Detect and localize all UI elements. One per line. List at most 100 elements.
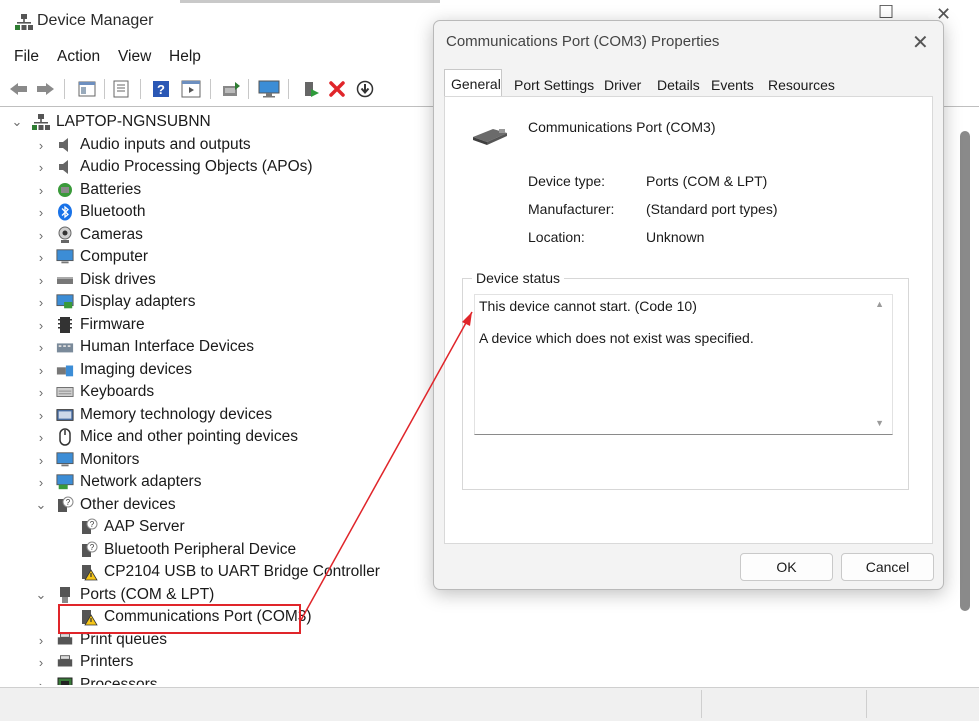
warning-device-icon: [80, 563, 98, 581]
vertical-scrollbar[interactable]: [955, 111, 979, 687]
location-value: Unknown: [646, 229, 705, 245]
update-driver-icon[interactable]: [220, 78, 242, 100]
status-bar: [0, 687, 979, 721]
device-status-textbox[interactable]: This device cannot start. (Code 10) A de…: [474, 294, 893, 435]
properties-icon[interactable]: [110, 78, 132, 100]
tree-category[interactable]: › Network adapters: [34, 471, 202, 493]
annotation-highlight-box: [58, 604, 301, 634]
tree-device[interactable]: ? AAP Server: [80, 516, 185, 538]
show-hide-console-tree-icon[interactable]: [76, 78, 98, 100]
general-panel: Communications Port (COM3) Device type: …: [444, 96, 933, 544]
tree-root-label: LAPTOP-NGNSUBNN: [56, 113, 211, 130]
tree-category[interactable]: › Mice and other pointing devices: [34, 426, 298, 448]
chevron-right-icon[interactable]: ›: [34, 228, 48, 243]
tree-category[interactable]: › Memory technology devices: [34, 404, 272, 426]
display-adapter-icon: [56, 293, 74, 311]
tab-details[interactable]: Details: [657, 73, 700, 97]
chevron-down-icon[interactable]: ⌄: [34, 497, 48, 513]
chevron-right-icon[interactable]: ›: [34, 273, 48, 288]
chevron-right-icon[interactable]: ›: [34, 475, 48, 490]
tree-category[interactable]: › Firmware: [34, 314, 145, 336]
tree-category[interactable]: › Computer: [34, 246, 148, 268]
manufacturer-label: Manufacturer:: [528, 201, 615, 217]
tree-device[interactable]: CP2104 USB to UART Bridge Controller: [80, 561, 380, 583]
forward-arrow-icon[interactable]: [34, 78, 56, 100]
tree-category-ports[interactable]: ⌄ Ports (COM & LPT): [34, 584, 214, 606]
ok-button[interactable]: OK: [740, 553, 833, 581]
tree-category-label: Printers: [80, 653, 134, 670]
help-icon[interactable]: ?: [150, 78, 172, 100]
tree-category-label: Display adapters: [80, 293, 196, 310]
enable-device-icon[interactable]: [300, 78, 322, 100]
close-icon[interactable]: ✕: [912, 30, 929, 55]
scan-download-icon[interactable]: [354, 78, 376, 100]
tree-category[interactable]: › Display adapters: [34, 291, 196, 313]
menu-help[interactable]: Help: [169, 48, 201, 66]
disk-drive-icon: [56, 271, 74, 289]
tree-category[interactable]: › Disk drives: [34, 269, 156, 291]
chevron-right-icon[interactable]: ›: [34, 138, 48, 153]
chevron-right-icon[interactable]: ›: [34, 250, 48, 265]
tree-category[interactable]: › Bluetooth: [34, 201, 146, 223]
speaker-icon: [56, 158, 74, 176]
chevron-right-icon[interactable]: ›: [34, 318, 48, 333]
chevron-right-icon[interactable]: ›: [34, 340, 48, 355]
tab-port-settings[interactable]: Port Settings: [514, 73, 594, 97]
chevron-right-icon[interactable]: ›: [34, 363, 48, 378]
tree-category-other-devices[interactable]: ⌄ ? Other devices: [34, 494, 176, 516]
menu-action[interactable]: Action: [57, 48, 100, 66]
tree-category[interactable]: › Batteries: [34, 179, 141, 201]
memory-icon: [56, 406, 74, 424]
chevron-right-icon[interactable]: ›: [34, 453, 48, 468]
dialog-title: Communications Port (COM3) Properties: [446, 33, 720, 50]
tab-general[interactable]: General: [444, 69, 502, 97]
tree-category-label: Keyboards: [80, 383, 155, 400]
computer-icon: [56, 248, 74, 266]
tree-category-label: Network adapters: [80, 473, 202, 490]
tree-category[interactable]: › Human Interface Devices: [34, 336, 254, 358]
tree-category-label: Batteries: [80, 181, 142, 198]
scroll-down-icon[interactable]: ▼: [875, 418, 884, 428]
hid-icon: [56, 338, 74, 356]
tree-category-label: Memory technology devices: [80, 406, 273, 423]
chevron-right-icon[interactable]: ›: [34, 205, 48, 220]
chevron-right-icon[interactable]: ›: [34, 385, 48, 400]
menu-view[interactable]: View: [118, 48, 151, 66]
tree-device-label: Bluetooth Peripheral Device: [104, 541, 297, 558]
monitor-icon[interactable]: [258, 78, 280, 100]
tab-events[interactable]: Events: [711, 73, 754, 97]
tree-category[interactable]: › Imaging devices: [34, 359, 192, 381]
tree-category[interactable]: › Audio Processing Objects (APOs): [34, 156, 313, 178]
chevron-right-icon[interactable]: ›: [34, 678, 48, 686]
chevron-right-icon[interactable]: ›: [34, 160, 48, 175]
scrollbar-thumb[interactable]: [960, 131, 970, 611]
scroll-up-icon[interactable]: ▲: [875, 299, 884, 309]
mouse-icon: [56, 428, 74, 446]
manufacturer-value: (Standard port types): [646, 201, 778, 217]
chevron-right-icon[interactable]: ›: [34, 430, 48, 445]
chevron-down-icon[interactable]: ⌄: [10, 114, 24, 130]
chevron-right-icon[interactable]: ›: [34, 183, 48, 198]
tree-category[interactable]: › Audio inputs and outputs: [34, 134, 251, 156]
tab-driver[interactable]: Driver: [604, 73, 641, 97]
speaker-icon: [56, 136, 74, 154]
tree-category[interactable]: › Keyboards: [34, 381, 154, 403]
chevron-right-icon[interactable]: ›: [34, 408, 48, 423]
chevron-down-icon[interactable]: ⌄: [34, 587, 48, 603]
back-arrow-icon[interactable]: [8, 78, 30, 100]
run-icon[interactable]: [180, 78, 202, 100]
cancel-button[interactable]: Cancel: [841, 553, 934, 581]
tree-category[interactable]: › Monitors: [34, 449, 140, 471]
status-detail: A device which does not exist was specif…: [479, 330, 754, 346]
chevron-right-icon[interactable]: ›: [34, 633, 48, 648]
tree-device[interactable]: ? Bluetooth Peripheral Device: [80, 539, 296, 561]
tree-category[interactable]: › Processors: [34, 674, 158, 685]
tree-category[interactable]: › Printers: [34, 651, 134, 673]
menu-file[interactable]: File: [14, 48, 39, 66]
uninstall-device-icon[interactable]: [326, 78, 348, 100]
tree-root[interactable]: ⌄ LAPTOP-NGNSUBNN: [10, 111, 211, 133]
tab-resources[interactable]: Resources: [768, 73, 835, 97]
tree-category[interactable]: › Cameras: [34, 224, 143, 246]
chevron-right-icon[interactable]: ›: [34, 655, 48, 670]
chevron-right-icon[interactable]: ›: [34, 295, 48, 310]
